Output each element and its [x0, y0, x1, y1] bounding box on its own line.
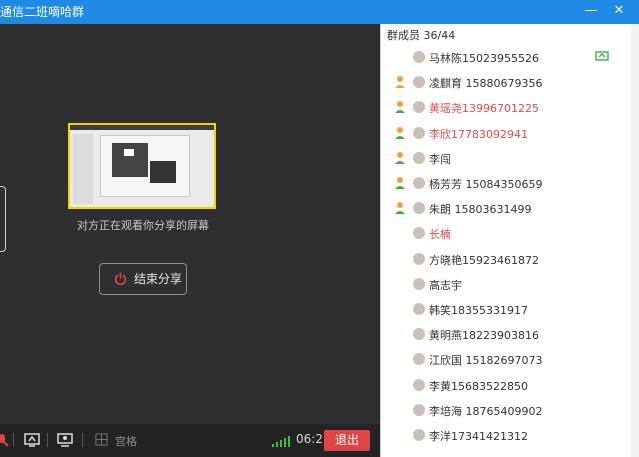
members-panel: 群成员 36/44 马林陈15023955526 凌麒育 15880679356 黄… — [380, 24, 639, 457]
member-row[interactable]: 李洋17341421312 — [381, 424, 629, 448]
member-row[interactable]: 长楠 — [381, 222, 629, 246]
member-name: 黄瑶尧13996701225 — [429, 102, 539, 116]
members-scrollbar[interactable] — [631, 24, 639, 457]
mic-muted-icon[interactable] — [0, 432, 10, 448]
bottom-toolbar: 宫格 06:21 退出 — [0, 424, 380, 457]
sharing-screen-icon — [595, 51, 609, 61]
window-title: 通信二班嘀哈群 — [0, 5, 85, 19]
member-row[interactable]: 朱朗 15803631499 — [381, 197, 629, 221]
member-row[interactable]: 韩笑18355331917 — [381, 298, 629, 322]
member-name: 李黄15683522850 — [429, 379, 528, 393]
member-row[interactable]: 马林陈15023955526 — [381, 46, 629, 70]
avatar — [413, 403, 425, 416]
avatar — [413, 202, 425, 215]
member-row[interactable]: 黄明燕18223903816 — [381, 323, 629, 347]
close-button[interactable]: ✕ — [610, 2, 628, 20]
video-area: 对方正在观看你分享的屏幕 结束分享 — [0, 24, 380, 431]
member-row[interactable]: 李黄15683522850 — [381, 374, 629, 398]
sharing-status-text: 对方正在观看你分享的屏幕 — [77, 219, 209, 232]
end-share-label: 结束分享 — [134, 272, 183, 286]
members-count-header: 群成员 36/44 — [387, 29, 456, 42]
avatar — [413, 252, 425, 265]
user-icon — [395, 76, 405, 89]
member-name: 高志宇 — [429, 278, 462, 292]
member-row[interactable]: 高志宇 — [381, 273, 629, 297]
shared-screen-thumbnail[interactable] — [68, 123, 216, 209]
member-name: 李欣17783092941 — [429, 127, 528, 141]
member-name: 凌麒育 15880679356 — [429, 77, 543, 91]
minimize-button[interactable]: — — [582, 2, 600, 20]
avatar — [413, 151, 425, 164]
member-name: 方晓艳15923461872 — [429, 253, 539, 267]
member-name: 朱朗 15803631499 — [429, 203, 532, 217]
end-share-button[interactable]: 结束分享 — [99, 263, 187, 295]
member-row[interactable]: 杨芳芳 15084350659 — [381, 172, 629, 196]
avatar — [413, 277, 425, 290]
avatar — [413, 328, 425, 341]
member-name: 李洋17341421312 — [429, 430, 528, 443]
member-name: 李培海 18765409902 — [429, 404, 543, 418]
avatar — [413, 101, 425, 114]
member-row[interactable]: 李培海 18765409902 — [381, 399, 629, 423]
user-green-icon — [395, 101, 405, 114]
title-bar: 通信二班嘀哈群 — ✕ — [0, 0, 639, 24]
avatar — [413, 51, 425, 63]
member-row[interactable]: 凌麒育 15880679356 — [381, 71, 629, 95]
member-row[interactable]: 李闯 — [381, 147, 629, 171]
member-row[interactable]: 黄瑶尧13996701225 — [381, 96, 629, 120]
avatar — [413, 353, 425, 366]
avatar — [413, 76, 425, 89]
member-row[interactable]: 方晓艳15923461872 — [381, 248, 629, 272]
grid-icon[interactable] — [95, 433, 108, 446]
screen-share-icon[interactable] — [24, 432, 40, 448]
user-green-icon — [395, 177, 405, 189]
user-green-icon — [395, 126, 405, 139]
avatar — [413, 177, 425, 189]
member-row[interactable]: 江欣国 15182697073 — [381, 348, 629, 372]
member-name: 李闯 — [429, 152, 451, 166]
user-green-icon — [395, 202, 405, 215]
presenter-icon[interactable] — [57, 432, 73, 448]
member-row[interactable]: 李欣17783092941 — [381, 122, 629, 146]
exit-button[interactable]: 退出 — [324, 430, 370, 451]
signal-strength-icon — [272, 436, 290, 447]
grid-view-label[interactable]: 宫格 — [115, 433, 137, 449]
power-icon — [114, 272, 127, 285]
member-name: 黄明燕18223903816 — [429, 329, 539, 343]
avatar — [413, 378, 425, 391]
user-green-icon — [395, 151, 405, 164]
avatar — [413, 126, 425, 139]
avatar — [413, 303, 425, 315]
member-name: 江欣国 15182697073 — [429, 354, 543, 368]
member-name: 长楠 — [429, 228, 451, 242]
member-name: 韩笑18355331917 — [429, 304, 528, 317]
avatar — [413, 227, 425, 240]
avatar — [413, 429, 425, 441]
member-name: 杨芳芳 15084350659 — [429, 178, 543, 191]
member-name: 马林陈15023955526 — [429, 52, 539, 65]
